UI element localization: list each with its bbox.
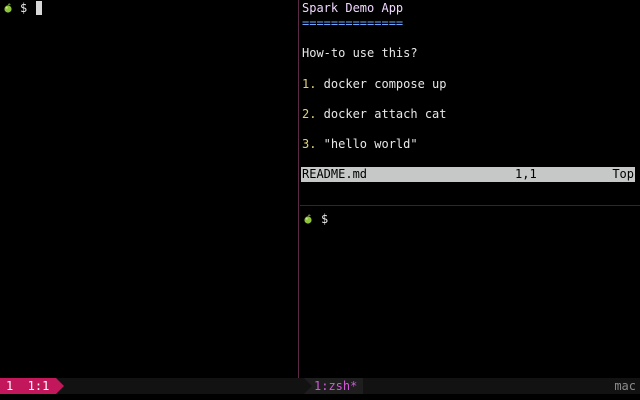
- tmux-hostname: mac: [614, 379, 636, 393]
- prompt-symbol: $: [321, 212, 329, 226]
- step-number: 3.: [302, 137, 317, 151]
- pane-divider-vertical[interactable]: [298, 0, 299, 378]
- pane-divider-horizontal[interactable]: [300, 205, 640, 206]
- tmux-session-label[interactable]: 1 1:1: [0, 378, 56, 394]
- readme-heading: How-to use this?: [302, 46, 418, 60]
- vim-status-filename: README.md: [302, 167, 368, 181]
- readme-step-1: 1. docker compose up: [302, 77, 447, 91]
- readme-step-2: 2. docker attach cat: [302, 107, 447, 121]
- readme-step-3: 3. "hello world": [302, 137, 418, 151]
- tmux-window-tab[interactable]: 1:zsh*: [304, 378, 364, 394]
- step-number: 1.: [302, 77, 317, 91]
- tmux-status-bar: 1 1:1 1:zsh* mac: [0, 378, 640, 394]
- readme-title: Spark Demo App: [302, 1, 404, 15]
- step-number: 2.: [302, 107, 317, 121]
- vim-status-bar: README.md 1,1 Top: [301, 167, 635, 182]
- powerline-arrow-icon: [56, 378, 64, 394]
- apple-icon: [4, 3, 12, 13]
- prompt-symbol: $: [20, 1, 28, 15]
- powerline-arrow-icon: [304, 378, 312, 394]
- apple-icon: [304, 214, 312, 224]
- step-text: "hello world": [316, 137, 418, 151]
- readme-title-underline: ==============: [302, 16, 404, 30]
- vim-status-scroll: Top: [612, 167, 634, 181]
- vim-status-position: 1,1: [515, 167, 537, 181]
- terminal-cursor: [36, 1, 42, 15]
- step-text: docker compose up: [316, 77, 447, 91]
- step-text: docker attach cat: [316, 107, 447, 121]
